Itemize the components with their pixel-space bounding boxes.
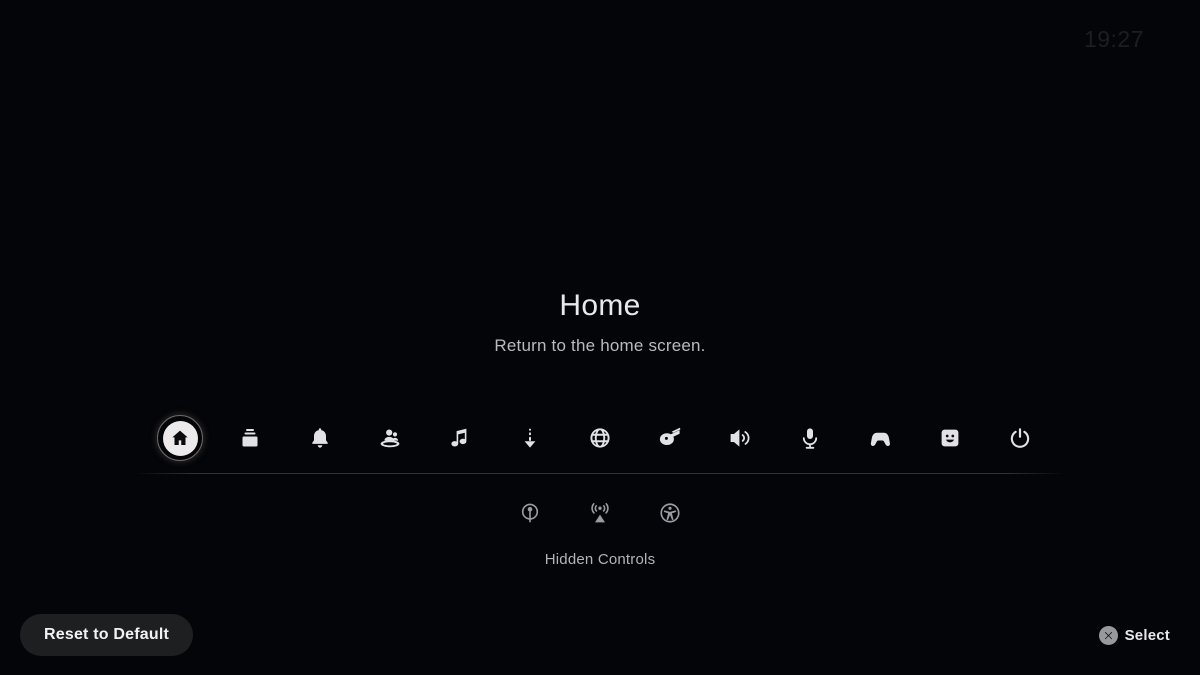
control-item-sound[interactable] — [705, 416, 775, 460]
select-button-hint[interactable]: Select — [1098, 626, 1170, 645]
game-base-icon — [377, 425, 403, 451]
control-item-notifications[interactable] — [285, 416, 355, 460]
accessibility-icon — [658, 501, 682, 525]
hidden-item-share-play[interactable] — [565, 492, 635, 534]
control-item-internet[interactable] — [565, 416, 635, 460]
page-subtitle: Return to the home screen. — [494, 336, 706, 355]
control-item-create[interactable] — [635, 416, 705, 460]
control-item-switcher[interactable] — [215, 416, 285, 460]
share-signal-icon — [588, 501, 612, 525]
focused-item-info: Home Return to the home screen. — [0, 288, 1200, 356]
broadcast-icon — [518, 501, 542, 525]
hidden-item-accessibility[interactable] — [635, 492, 705, 534]
control-item-home[interactable] — [145, 415, 215, 461]
select-label: Select — [1124, 627, 1170, 644]
control-item-game-base[interactable] — [355, 416, 425, 460]
home-icon — [170, 428, 190, 448]
control-item-microphone[interactable] — [775, 416, 845, 460]
music-note-icon — [448, 426, 472, 450]
create-icon — [657, 425, 683, 451]
hidden-controls-label: Hidden Controls — [544, 551, 656, 568]
hidden-item-remote-play[interactable] — [495, 492, 565, 534]
status-bar-clock: 19:27 — [1083, 26, 1144, 52]
globe-icon — [588, 426, 612, 450]
control-item-music[interactable] — [425, 416, 495, 460]
control-center-icon-row — [145, 415, 1055, 461]
speaker-icon — [728, 426, 752, 450]
controller-icon — [867, 425, 893, 451]
cross-button-icon — [1098, 626, 1118, 645]
power-icon — [1008, 426, 1032, 450]
page-title: Home — [559, 289, 641, 322]
hidden-controls-icon-row — [495, 492, 705, 534]
bell-icon — [308, 426, 332, 450]
download-icon — [518, 426, 542, 450]
switcher-cards-icon — [238, 426, 262, 450]
control-item-downloads[interactable] — [495, 416, 565, 460]
microphone-icon — [798, 426, 822, 450]
reset-to-default-button[interactable]: Reset to Default — [20, 614, 193, 656]
control-item-power[interactable] — [985, 416, 1055, 460]
section-divider — [137, 473, 1063, 474]
selection-disc — [162, 420, 198, 456]
control-item-accessories[interactable] — [845, 416, 915, 460]
control-item-profile[interactable] — [915, 416, 985, 460]
avatar-smiley-icon — [938, 426, 962, 450]
